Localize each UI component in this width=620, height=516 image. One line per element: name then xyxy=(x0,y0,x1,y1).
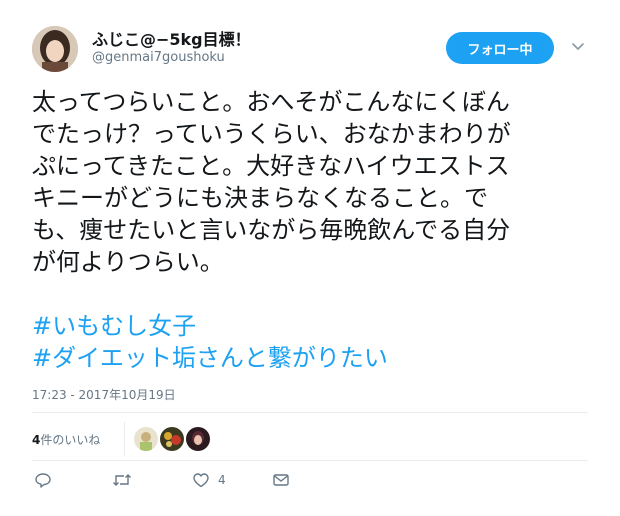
likes-count[interactable]: 4件のいいね xyxy=(32,431,100,448)
reply-icon xyxy=(35,473,51,488)
hashtag-list: #いもむし女子 #ダイエット垢さんと繋がりたい xyxy=(32,310,588,374)
tweet-line: でたっけ？っていうくらい、おなかまわりが xyxy=(32,120,511,148)
tweet-line: ぷにってきたこと。大好きなハイウエストス xyxy=(32,152,510,180)
author-display-name[interactable]: ふじこ@−5kg目標！ xyxy=(92,26,251,50)
heart-icon xyxy=(193,473,209,488)
likes-label: 件のいいね xyxy=(40,433,101,447)
hashtag-link[interactable]: #ダイエット垢さんと繋がりたい xyxy=(32,342,588,374)
reply-button[interactable] xyxy=(34,470,52,490)
tweet-line: が何よりつらい。 xyxy=(32,248,224,276)
tweet-line: 太ってつらいこと。おへそがこんなにくぼん xyxy=(32,88,510,116)
tweet-line: も、痩せたいと言いながら毎晩飲んでる自分 xyxy=(32,216,511,244)
following-button[interactable]: フォロー中 xyxy=(446,32,554,64)
retweet-icon xyxy=(113,474,131,486)
tweet-line: キニーがどうにも決まらなくなること。で xyxy=(32,184,488,212)
hashtag-link[interactable]: #いもむし女子 xyxy=(32,310,588,342)
tweet-text: 太ってつらいこと。おへそがこんなにくぼん でたっけ？っていうくらい、おなかまわり… xyxy=(32,86,588,278)
like-button[interactable]: 4 xyxy=(192,470,226,490)
divider xyxy=(32,412,588,413)
author-avatar[interactable] xyxy=(32,26,78,72)
liker-avatar[interactable] xyxy=(186,427,210,451)
liker-avatar[interactable] xyxy=(160,427,184,451)
direct-message-button[interactable] xyxy=(272,470,290,490)
like-count: 4 xyxy=(218,473,226,487)
liker-avatar[interactable] xyxy=(134,427,158,451)
author-handle[interactable]: @genmai7goushoku xyxy=(92,50,225,65)
chevron-down-icon[interactable] xyxy=(570,38,586,54)
divider xyxy=(32,460,588,461)
envelope-icon xyxy=(273,474,289,486)
divider xyxy=(124,422,125,456)
retweet-button[interactable] xyxy=(112,470,132,490)
tweet-timestamp[interactable]: 17:23 - 2017年10月19日 xyxy=(32,386,176,403)
avatar-image xyxy=(32,26,78,72)
